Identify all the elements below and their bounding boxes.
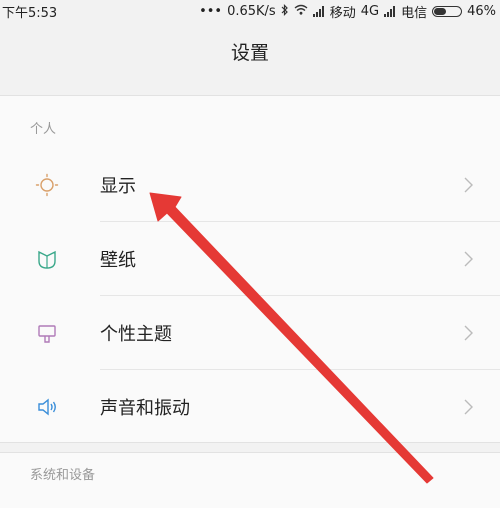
wifi-icon (294, 4, 308, 19)
section-label-system: 系统和设备 (30, 468, 96, 483)
chevron-right-icon (462, 398, 476, 416)
chevron-right-icon (462, 176, 476, 194)
settings-item-sound[interactable]: 声音和振动 (0, 370, 500, 440)
battery-icon (432, 6, 463, 17)
network-speed: 0.65K/s (227, 4, 276, 19)
theme-icon (35, 321, 59, 345)
page-title: 设置 (0, 22, 500, 84)
settings-item-label: 声音和振动 (100, 398, 190, 419)
carrier-2-label: 电信 (401, 6, 428, 21)
settings-item-display[interactable]: 显示 (0, 148, 500, 222)
settings-item-wallpaper[interactable]: 壁纸 (0, 222, 500, 296)
brightness-icon (35, 173, 59, 197)
settings-item-label: 个性主题 (100, 324, 172, 345)
settings-item-label: 壁纸 (100, 250, 136, 271)
signal-icon-2 (384, 6, 396, 17)
battery-percent: 46% (467, 4, 496, 19)
notification-dots: ••• (199, 4, 223, 19)
chevron-right-icon (462, 250, 476, 268)
settings-item-theme[interactable]: 个性主题 (0, 296, 500, 370)
settings-item-label: 显示 (100, 176, 136, 197)
signal-icon (312, 6, 325, 17)
status-time: 下午5:53 (2, 6, 58, 21)
chevron-right-icon (462, 324, 476, 342)
carrier-1-label: 移动 (329, 6, 356, 21)
bluetooth-icon (281, 3, 289, 20)
settings-screen: 下午5:53 ••• 0.65K/s 移动 4G 电信 46% 设置 个人 显示… (0, 0, 500, 508)
section-label-personal: 个人 (30, 122, 57, 137)
sound-icon (35, 395, 59, 419)
status-bar: 下午5:53 ••• 0.65K/s 移动 4G 电信 46% (0, 0, 500, 22)
status-indicators: ••• 0.65K/s 移动 4G 电信 46% (199, 2, 496, 21)
wallpaper-icon (35, 247, 59, 271)
network-type: 4G (360, 4, 380, 19)
battery-fill (434, 8, 447, 15)
